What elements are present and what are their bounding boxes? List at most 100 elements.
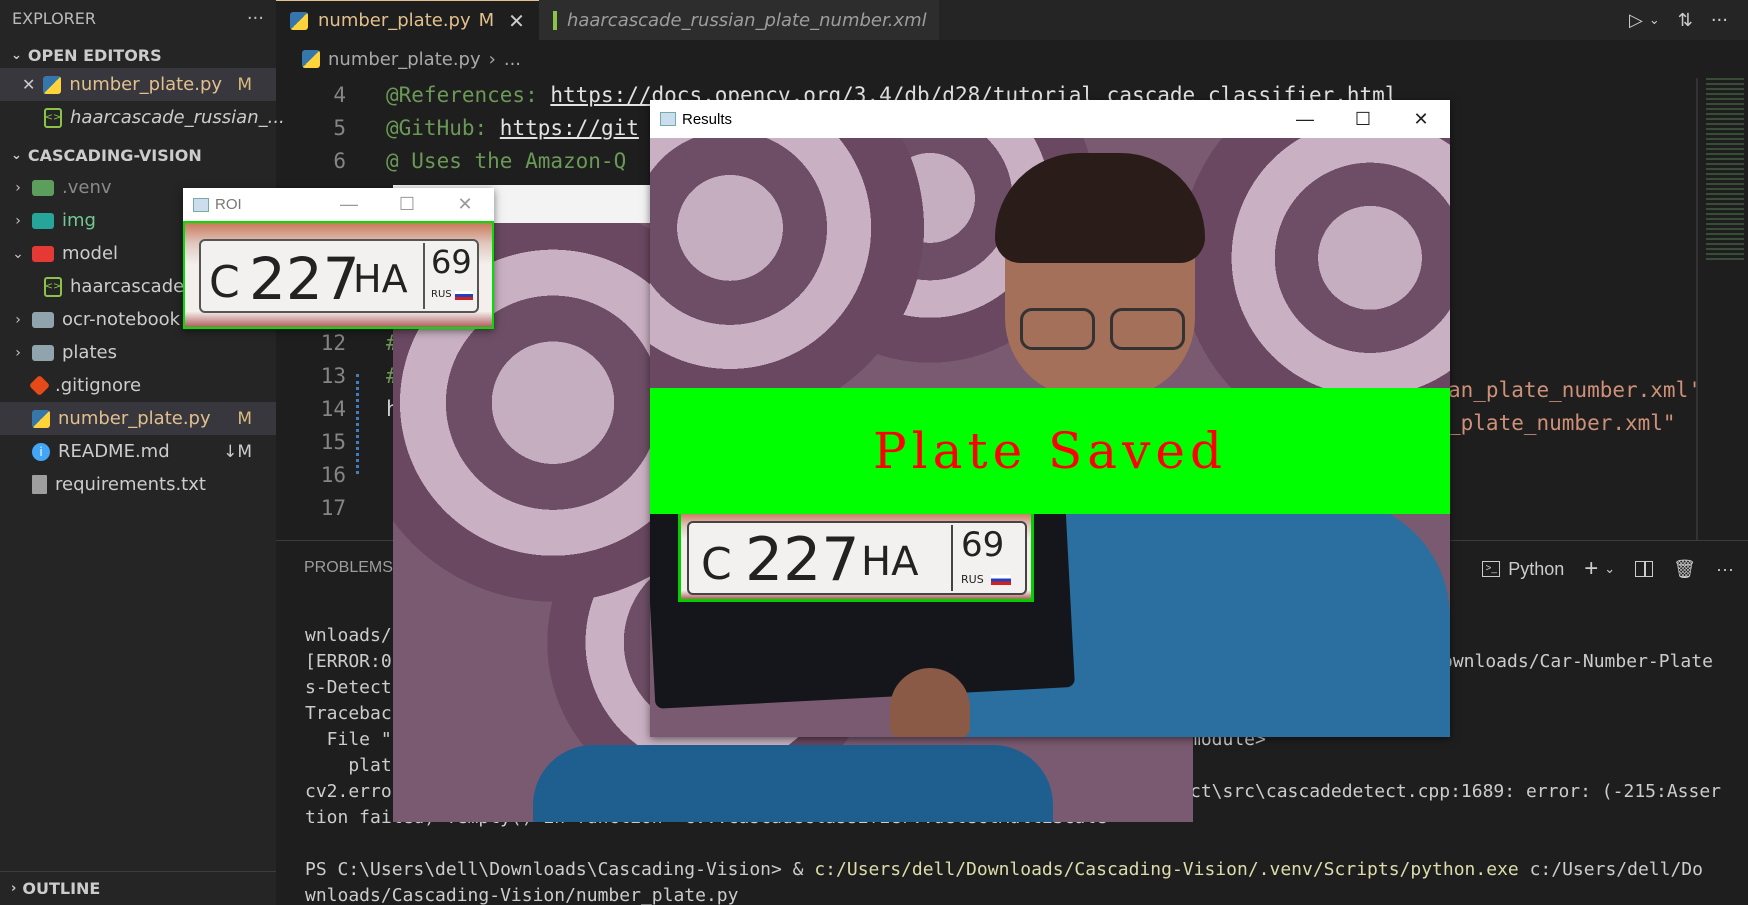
code-line: 5 @GitHub: https://git (333, 115, 639, 140)
code-line: 6 @ Uses the Amazon-Q (333, 148, 627, 173)
terminal-line: cv2.erro (305, 781, 392, 802)
tree-item-requirements[interactable]: requirements.txt (0, 468, 276, 501)
split-icon[interactable] (1635, 561, 1654, 577)
breadcrumb-file[interactable]: number_plate.py (328, 49, 481, 70)
git-icon (28, 374, 51, 397)
window-icon (660, 112, 676, 126)
modified-badge: M (237, 408, 252, 429)
python-file-icon (32, 409, 50, 428)
outline-header[interactable]: › OUTLINE (0, 871, 276, 905)
results-title: Results (682, 110, 733, 128)
chevron-right-icon: › (15, 212, 21, 229)
close-button[interactable]: ✕ (436, 194, 494, 215)
text-file-icon (32, 475, 47, 494)
breadcrumb: number_plate.py › ... (276, 40, 1748, 78)
terminal-line: ct\src\cascadedetect.cpp:1689: error: (-… (1190, 781, 1722, 802)
python-file-icon (290, 11, 308, 30)
run-icon[interactable]: ▷ (1629, 10, 1643, 31)
more-actions-icon[interactable]: ··· (247, 8, 264, 29)
chevron-right-icon: › (15, 311, 21, 328)
roi-titlebar[interactable]: ROI — ☐ ✕ (183, 188, 494, 221)
tab-haarcascade[interactable]: haarcascade_russian_plate_number.xml (538, 0, 939, 40)
editor-actions: ▷ ⌄ ⇅ ··· (1629, 0, 1748, 40)
info-icon: i (32, 442, 50, 461)
open-editor-label: number_plate.py (69, 74, 223, 95)
maximize-button[interactable]: ☐ (378, 194, 436, 215)
python-file-icon (302, 50, 320, 68)
flag-icon (455, 291, 473, 300)
tree-item-gitignore[interactable]: .gitignore (0, 369, 276, 402)
roi-window[interactable]: ROI — ☐ ✕ C 227 HA 69 RUS (183, 188, 494, 329)
breadcrumb-rest[interactable]: ... (504, 49, 521, 70)
terminal-icon: >_ (1482, 561, 1501, 577)
open-editor-haarcascade[interactable]: <> haarcascade_russian_... (0, 101, 285, 134)
window-icon (193, 197, 209, 212)
folder-icon (32, 311, 54, 328)
maximize-button[interactable]: ☐ (1334, 109, 1392, 130)
roi-plate-image: C 227 HA 69 RUS (183, 221, 494, 329)
code-line: 14 h (320, 396, 399, 421)
shell-name[interactable]: Python (1508, 559, 1564, 580)
terminal-line: ownloads/Car-Number-Plate (1442, 651, 1713, 672)
glasses (1020, 308, 1095, 350)
open-editor-label: haarcascade_russian_... (70, 107, 285, 128)
explorer-sidebar: EXPLORER ··· ⌄ OPEN EDITORS ✕ number_plat… (0, 0, 285, 905)
terminal-line: Traceback (305, 703, 403, 724)
chevron-down-icon[interactable]: ⌄ (1649, 13, 1660, 28)
terminal-line: s-Detect (305, 677, 392, 698)
tree-item-number-plate[interactable]: number_plate.py M (0, 402, 276, 435)
minimize-button[interactable]: — (320, 194, 378, 215)
close-icon[interactable]: ✕ (22, 75, 35, 94)
glasses (1110, 308, 1185, 350)
incoming-badge: ↓M (223, 441, 252, 462)
code-string: an_plate_number.xml' (1448, 378, 1701, 402)
code-line: 16 (320, 462, 346, 487)
close-icon[interactable]: ✕ (508, 9, 525, 33)
minimap[interactable] (1702, 78, 1746, 540)
xml-file-icon (552, 10, 557, 30)
code-line: 17 (320, 495, 346, 520)
camera-feed: C 227 HA 69 RUS Plate Saved (650, 138, 1450, 737)
terminal-line: wnloads/ (305, 625, 392, 646)
code-line: 13 # (320, 363, 399, 388)
panel-actions: >_ Python + ⌄ 🗑 ··· (1482, 555, 1734, 583)
results-titlebar[interactable]: Results — ☐ ✕ (650, 100, 1450, 138)
roi-title: ROI (215, 196, 242, 213)
detected-plate: C 227 HA 69 RUS (678, 510, 1034, 602)
editor-tabs: number_plate.py M ✕ haarcascade_russian_… (276, 0, 1748, 40)
python-file-icon (43, 75, 62, 94)
scrollbar[interactable] (1696, 78, 1698, 540)
tab-problems[interactable]: PROBLEMS (304, 559, 393, 577)
results-window[interactable]: Results — ☐ ✕ C 227 HA 69 RUS Plate Save… (650, 100, 1450, 737)
code-link[interactable]: https://git (500, 116, 639, 140)
project-header[interactable]: ⌄ CASCADING-VISION (0, 142, 276, 168)
close-button[interactable]: ✕ (1392, 109, 1450, 130)
more-actions-icon[interactable]: ··· (1711, 10, 1728, 31)
explorer-header: EXPLORER ··· (0, 0, 276, 36)
person-hair (995, 153, 1205, 263)
tree-item-plates[interactable]: › plates (0, 336, 276, 369)
code-line: 15 (320, 429, 346, 454)
chevron-right-icon: › (15, 344, 21, 361)
banner-text: Plate Saved (873, 422, 1227, 480)
terminal-command: c:/Users/dell/Downloads/Cascading-Vision… (814, 859, 1519, 880)
modified-gutter (356, 374, 360, 474)
explorer-title: EXPLORER (12, 8, 96, 28)
more-actions-icon[interactable]: ··· (1716, 559, 1734, 580)
open-editors-header[interactable]: ⌄ OPEN EDITORS (0, 42, 276, 68)
person-shirt (533, 745, 1053, 822)
chevron-down-icon: ⌄ (12, 245, 24, 262)
chevron-down-icon[interactable]: ⌄ (1604, 561, 1615, 577)
open-editor-number-plate[interactable]: ✕ number_plate.py M (0, 68, 276, 101)
folder-icon (32, 344, 54, 361)
tab-number-plate[interactable]: number_plate.py M ✕ (276, 0, 539, 40)
license-plate: C 227 HA 69 RUS (199, 239, 479, 313)
terminal-line: plat (305, 755, 392, 776)
folder-icon (32, 179, 54, 196)
chevron-right-icon: › (15, 179, 21, 196)
minimize-button[interactable]: — (1276, 109, 1334, 130)
tree-item-readme[interactable]: i README.md ↓M (0, 435, 276, 468)
trash-icon[interactable]: 🗑 (1673, 559, 1696, 580)
compare-icon[interactable]: ⇅ (1678, 10, 1693, 31)
add-terminal-icon[interactable]: + (1584, 555, 1598, 583)
